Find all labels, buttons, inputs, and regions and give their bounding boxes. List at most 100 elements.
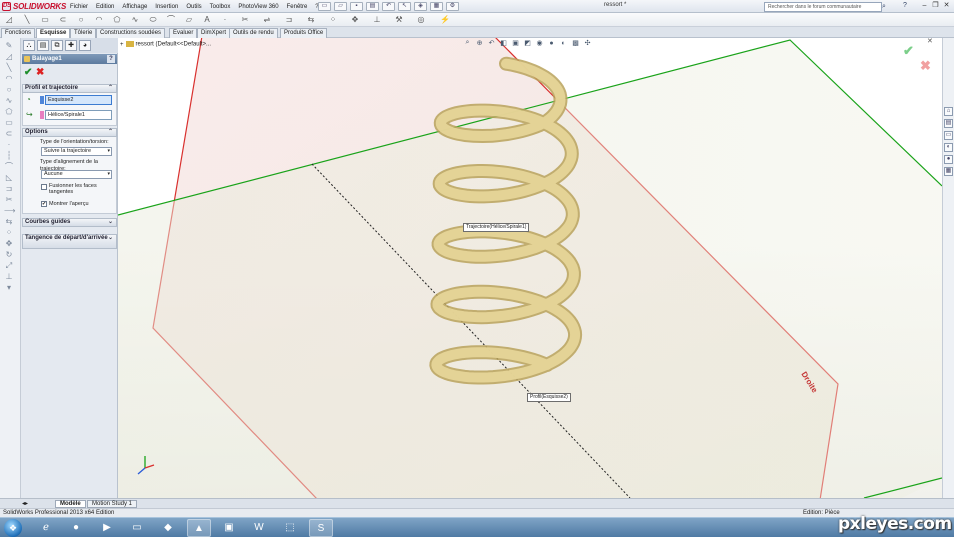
expand-icon[interactable]: ⌄ (108, 219, 113, 226)
file-properties-icon[interactable]: ▦ (430, 2, 443, 11)
scale-tool-icon[interactable]: ⤢ (4, 262, 14, 270)
profile-field[interactable]: Esquisse2 (45, 95, 112, 105)
smart-dimension-icon[interactable]: ◿ (4, 15, 14, 24)
offset-tool-icon[interactable]: ⊐ (4, 185, 14, 193)
ellipse-icon[interactable]: ⬭ (148, 15, 158, 24)
options-icon[interactable]: ⚙ (446, 2, 459, 11)
offset-icon[interactable]: ⊐ (284, 15, 294, 24)
mirror-tool-icon[interactable]: ⇆ (4, 218, 14, 226)
ok-button[interactable]: ✔ (24, 67, 32, 78)
image-icon[interactable]: ▲ (187, 519, 211, 537)
plane-icon[interactable]: ▱ (184, 15, 194, 24)
menu-affichage[interactable]: Affichage (118, 4, 151, 10)
tab-constructions-soudees[interactable]: Constructions soudées (96, 28, 166, 38)
relation-icon[interactable]: ⊥ (372, 15, 382, 24)
text-icon[interactable]: A (202, 15, 212, 24)
appearances-icon[interactable]: ● (944, 155, 953, 164)
convert-icon[interactable]: ⇌ (262, 15, 272, 24)
rapid-sketch-icon[interactable]: ⚡ (440, 15, 450, 24)
group-profile-path[interactable]: Profil et trajectoire ⌃ (22, 84, 117, 93)
circle-icon[interactable]: ○ (76, 15, 86, 24)
close-viewport-icon[interactable]: ✕ (927, 38, 933, 45)
menu-toolbox[interactable]: Toolbox (206, 4, 235, 10)
ie-icon[interactable]: ℯ (34, 519, 58, 537)
hide-show-icon[interactable]: ◉ (535, 39, 544, 47)
custom-properties-icon[interactable]: ▦ (944, 167, 953, 176)
fillet-tool-icon[interactable]: ⌒ (4, 163, 14, 171)
menu-fenetre[interactable]: Fenêtre (283, 4, 312, 10)
tab-tolerie[interactable]: Tôlerie (70, 28, 97, 38)
merge-faces-checkbox[interactable] (41, 184, 47, 190)
alignment-select[interactable]: Aucune ▾ (41, 170, 112, 179)
arc-tool-icon[interactable]: ◠ (4, 75, 14, 83)
dimxpert-icon[interactable]: ✚ (65, 40, 77, 51)
open-icon[interactable]: ▱ (334, 2, 347, 11)
rotate-tool-icon[interactable]: ↻ (4, 251, 14, 259)
close-icon[interactable]: ✕ (942, 1, 951, 11)
file-explorer-icon[interactable]: ▭ (944, 131, 953, 140)
help-icon[interactable]: ? (903, 2, 907, 9)
help-button[interactable]: ? (107, 55, 115, 63)
group-guide-curves[interactable]: Courbes guides ⌄ (22, 218, 117, 227)
orientation-select[interactable]: Suivre la trajectoire ▾ (41, 147, 112, 156)
trim-tool-icon[interactable]: ✂ (4, 196, 14, 204)
edit-appearance-icon[interactable]: ● (547, 40, 556, 47)
expand-plus-icon[interactable]: + (120, 42, 124, 48)
solidworks-logo[interactable]: DS SOLIDWORKS (2, 1, 66, 12)
path-callout[interactable]: Trajectoire(Hélice/Spirale1) (463, 223, 530, 232)
scene-icon[interactable]: ◐ (559, 40, 568, 47)
configuration-icon[interactable]: ⧉ (51, 40, 63, 51)
previous-view-icon[interactable]: ↶ (487, 39, 496, 47)
quick-snaps-icon[interactable]: ◎ (416, 15, 426, 24)
app-icon[interactable]: ◆ (156, 519, 180, 537)
property-manager-icon[interactable]: ▤ (37, 40, 49, 51)
menu-edition[interactable]: Edition (92, 4, 118, 10)
mirror-icon[interactable]: ⇆ (306, 15, 316, 24)
line-icon[interactable]: ╲ (22, 15, 32, 24)
word-icon[interactable]: W (247, 519, 271, 537)
menu-photoview[interactable]: PhotoView 360 (234, 4, 282, 10)
line-tool-icon[interactable]: ╲ (4, 64, 14, 72)
tab-fonctions[interactable]: Fonctions (1, 28, 36, 38)
tab-produits-office[interactable]: Produits Office (280, 28, 328, 38)
section-view-icon[interactable]: ◧ (499, 39, 508, 47)
spline-icon[interactable]: ∿ (130, 15, 140, 24)
tab-outils-de-rendu[interactable]: Outils de rendu (229, 28, 278, 38)
centerline-icon[interactable]: ┆ (4, 152, 14, 160)
zoom-to-fit-icon[interactable]: ⌕ (463, 39, 472, 47)
save-icon[interactable]: ▪ (350, 2, 363, 11)
new-icon[interactable]: ▭ (318, 2, 331, 11)
tab-motion-study[interactable]: Motion Study 1 (87, 500, 138, 508)
rectangle-tool-icon[interactable]: ▭ (4, 119, 14, 127)
repair-icon[interactable]: ⚒ (394, 15, 404, 24)
polygon-icon[interactable]: ⬠ (112, 15, 122, 24)
nav-arrows-icon[interactable]: ◂▸ (22, 500, 28, 507)
display-manager-icon[interactable]: ◕ (79, 40, 91, 51)
zoom-area-icon[interactable]: ⊕ (475, 39, 484, 47)
show-preview-checkbox[interactable]: ✔ (41, 201, 47, 207)
move-icon[interactable]: ✥ (350, 15, 360, 24)
print-icon[interactable]: ▤ (366, 2, 379, 11)
slot-icon[interactable]: ⊂ (58, 15, 68, 24)
graphics-area[interactable]: + ressort (Default<<Default>... ⌕ ⊕ ↶ ◧ ▣… (118, 38, 942, 498)
rebuild-icon[interactable]: ◈ (414, 2, 427, 11)
search-input[interactable]: Rechercher dans le forum communautaire (764, 2, 882, 12)
sketch-icon[interactable]: ✎ (4, 42, 14, 50)
dimension-icon[interactable]: ◿ (4, 53, 14, 61)
collapse-icon[interactable]: ⌃ (108, 129, 113, 136)
solidworks-icon[interactable]: S (309, 519, 333, 537)
point-icon[interactable]: · (220, 15, 230, 24)
move-tool-icon[interactable]: ✥ (4, 240, 14, 248)
trim-icon[interactable]: ✂ (240, 15, 250, 24)
polygon-tool-icon[interactable]: ⬠ (4, 108, 14, 116)
tab-evaluer[interactable]: Evaluer (169, 28, 198, 38)
menu-fichier[interactable]: Fichier (66, 4, 92, 10)
explorer-icon[interactable]: ▭ (125, 519, 149, 537)
point-tool-icon[interactable]: · (4, 141, 14, 149)
cancel-button[interactable]: ✖ (36, 67, 44, 78)
select-icon[interactable]: ↖ (398, 2, 411, 11)
design-library-icon[interactable]: ▤ (944, 119, 953, 128)
tab-dimxpert[interactable]: DimXpert (197, 28, 231, 38)
expand-icon[interactable]: ⌄ (108, 235, 113, 241)
feature-tree-icon[interactable]: ⛬ (23, 40, 35, 51)
